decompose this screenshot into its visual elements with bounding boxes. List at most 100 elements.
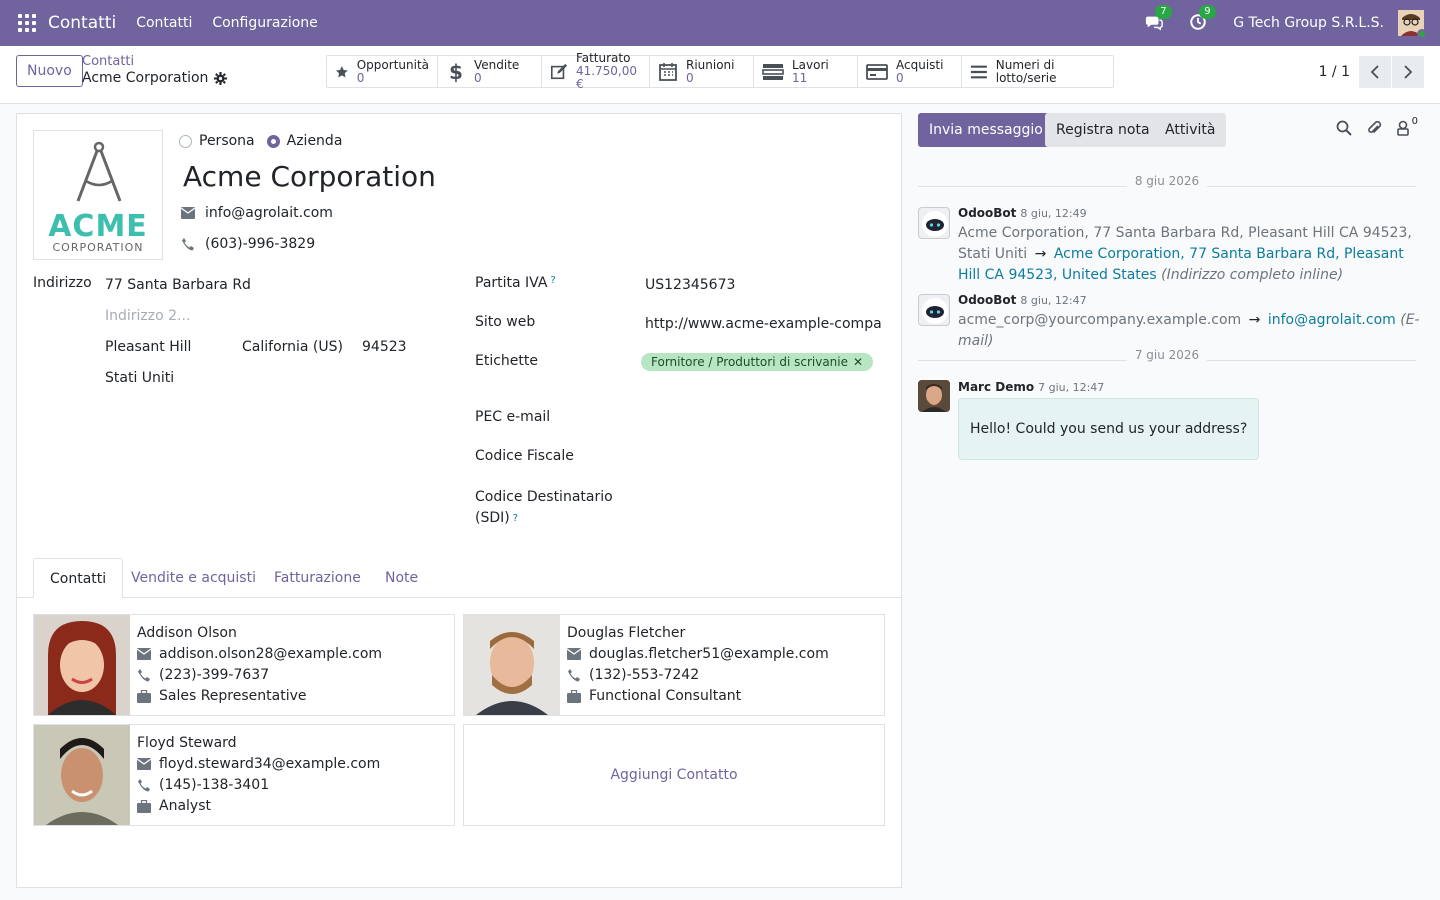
paperclip-icon[interactable] <box>1366 120 1382 136</box>
dollar-icon: $ <box>449 59 463 84</box>
top-navbar: Contatti Contatti Configurazione 7 9 G T… <box>0 0 1440 46</box>
message-time: 8 giu, 12:47 <box>1020 294 1087 307</box>
contact-photo <box>34 615 130 715</box>
envelope-icon <box>137 758 151 770</box>
street-field[interactable]: 77 Santa Barbara Rd <box>105 277 251 293</box>
country-field[interactable]: Stati Uniti <box>105 370 174 386</box>
contact-card[interactable]: Douglas Fletcher douglas.fletcher51@exam… <box>463 614 885 716</box>
messages-badge: 7 <box>1155 5 1172 19</box>
radio-persona[interactable] <box>179 134 192 148</box>
user-lock-icon <box>1396 120 1409 136</box>
pager-value[interactable]: 1 / 1 <box>1319 64 1350 80</box>
tracking-new-value: info@agrolait.com <box>1267 312 1396 328</box>
date-separator-label: 8 giu 2026 <box>902 174 1432 188</box>
activities-button[interactable]: 9 <box>1189 5 1216 33</box>
message-author[interactable]: OdooBot <box>958 206 1016 220</box>
company-switcher[interactable]: G Tech Group S.R.L.S. <box>1233 15 1384 31</box>
radio-azienda[interactable] <box>266 134 280 148</box>
vat-help-tooltip[interactable]: ? <box>550 275 555 286</box>
notebook-tabs: Contatti Vendite e acquisti Fatturazione… <box>17 558 901 598</box>
odoobot-avatar[interactable] <box>918 294 950 326</box>
user-avatar[interactable] <box>1398 10 1427 39</box>
add-contact-button[interactable]: Aggiungi Contatto <box>463 724 885 826</box>
phone-icon <box>138 669 150 682</box>
message-author[interactable]: Marc Demo <box>958 380 1034 394</box>
smart-buttons: Opportunità 0 $ Vendite 0 Fatturato 41.750,… <box>326 52 1114 91</box>
edit-icon <box>550 63 568 79</box>
tag-remove-icon[interactable]: ✕ <box>853 355 863 369</box>
tab-vendite-acquisti[interactable]: Vendite e acquisti <box>115 558 272 598</box>
app-name[interactable]: Contatti <box>48 13 116 33</box>
menu-contatti[interactable]: Contatti <box>136 15 192 31</box>
smart-button-lavori[interactable]: Lavori 11 <box>754 56 858 87</box>
briefcase-icon <box>137 799 151 813</box>
email-field[interactable]: info@agrolait.com <box>205 205 333 221</box>
radio-azienda-label[interactable]: Azienda <box>287 133 343 149</box>
tab-fatturazione[interactable]: Fatturazione <box>258 558 377 598</box>
smart-button-acquisti[interactable]: Acquisti 0 <box>858 56 962 87</box>
state-field[interactable]: California (US) <box>242 339 343 355</box>
tab-contatti[interactable]: Contatti <box>33 558 124 598</box>
street2-field[interactable]: Indirizzo 2... <box>105 308 190 324</box>
pager: 1 / 1 <box>1319 56 1424 88</box>
sdi-help-tooltip[interactable]: ? <box>513 513 518 524</box>
send-message-button[interactable]: Invia messaggio <box>918 113 1054 147</box>
sdi-label: Codice Destinatario (SDI)? <box>475 489 613 526</box>
contact-card[interactable]: Floyd Steward floyd.steward34@example.co… <box>33 724 455 826</box>
menu-configurazione[interactable]: Configurazione <box>212 15 317 31</box>
vat-label: Partita IVA? <box>475 275 556 291</box>
pager-previous-button[interactable] <box>1359 56 1391 88</box>
credit-card-icon <box>866 63 888 80</box>
tab-note[interactable]: Note <box>369 558 434 598</box>
company-logo[interactable]: ACME CORPORATION <box>33 130 163 260</box>
phone-icon <box>138 779 150 792</box>
odoobot-avatar[interactable] <box>918 207 950 239</box>
contact-card[interactable]: Addison Olson addison.olson28@example.co… <box>33 614 455 716</box>
smart-button-riunioni[interactable]: Riunioni 0 <box>650 56 754 87</box>
envelope-icon <box>137 648 151 660</box>
message-header: Marc Demo 7 giu, 12:47 <box>958 380 1104 394</box>
email-row: info@agrolait.com <box>181 205 333 221</box>
tags-label: Etichette <box>475 353 538 369</box>
company-type-selector: Persona Azienda <box>179 133 354 149</box>
new-button[interactable]: Nuovo <box>16 55 83 87</box>
contact-name: Douglas Fletcher <box>567 625 686 641</box>
log-note-button[interactable]: Registra nota <box>1045 113 1161 147</box>
pager-next-button[interactable] <box>1392 56 1424 88</box>
city-field[interactable]: Pleasant Hill <box>105 339 191 355</box>
message-time: 8 giu, 12:49 <box>1020 207 1087 220</box>
contact-photo <box>464 615 560 715</box>
website-field[interactable]: http://www.acme-example-company.com <box>645 316 881 332</box>
user-photo-icon <box>918 380 950 412</box>
address-label: Indirizzo <box>33 275 92 291</box>
message-author[interactable]: OdooBot <box>958 293 1016 307</box>
vat-field[interactable]: US12345673 <box>645 277 735 293</box>
smart-button-numeri-lotto[interactable]: Numeri di lotto/serie <box>962 56 1113 87</box>
phone-field[interactable]: (603)-996-3829 <box>205 236 315 252</box>
followers-button[interactable]: 0 <box>1396 116 1418 136</box>
activities-button[interactable]: Attività <box>1154 113 1227 147</box>
gear-icon[interactable] <box>214 71 228 85</box>
followers-count: 0 <box>1411 116 1418 127</box>
search-icon[interactable] <box>1336 120 1352 136</box>
tag-badge[interactable]: Fornitore / Produttori di scrivanie ✕ <box>641 353 874 371</box>
message-header: OdooBot 8 giu, 12:47 <box>958 293 1087 307</box>
arrow-right-icon: → <box>1248 312 1261 328</box>
online-status-dot <box>1417 29 1427 39</box>
form-sheet: ACME CORPORATION Persona Azienda Acme Co… <box>16 113 902 888</box>
radio-persona-label[interactable]: Persona <box>199 133 255 149</box>
contact-photo <box>34 725 130 825</box>
smart-button-fatturato[interactable]: Fatturato 41.750,00 € <box>542 52 650 91</box>
phone-icon <box>182 238 194 251</box>
messages-button[interactable]: 7 <box>1145 5 1172 33</box>
breadcrumb-contatti-link[interactable]: Contatti <box>82 54 227 69</box>
message-header: OdooBot 8 giu, 12:49 <box>958 206 1087 220</box>
smart-button-vendite[interactable]: $ Vendite 0 <box>438 56 542 87</box>
partner-name-field[interactable]: Acme Corporation <box>183 160 436 193</box>
message-body: Acme Corporation, 77 Santa Barbara Rd, P… <box>958 225 1412 283</box>
marc-demo-avatar[interactable] <box>918 380 950 412</box>
apps-menu-icon[interactable] <box>18 14 36 32</box>
smart-button-opportunita[interactable]: Opportunità 0 <box>327 56 438 87</box>
message-body: acme_corp@yourcompany.example.com → info… <box>958 312 1420 349</box>
zip-field[interactable]: 94523 <box>362 339 407 355</box>
